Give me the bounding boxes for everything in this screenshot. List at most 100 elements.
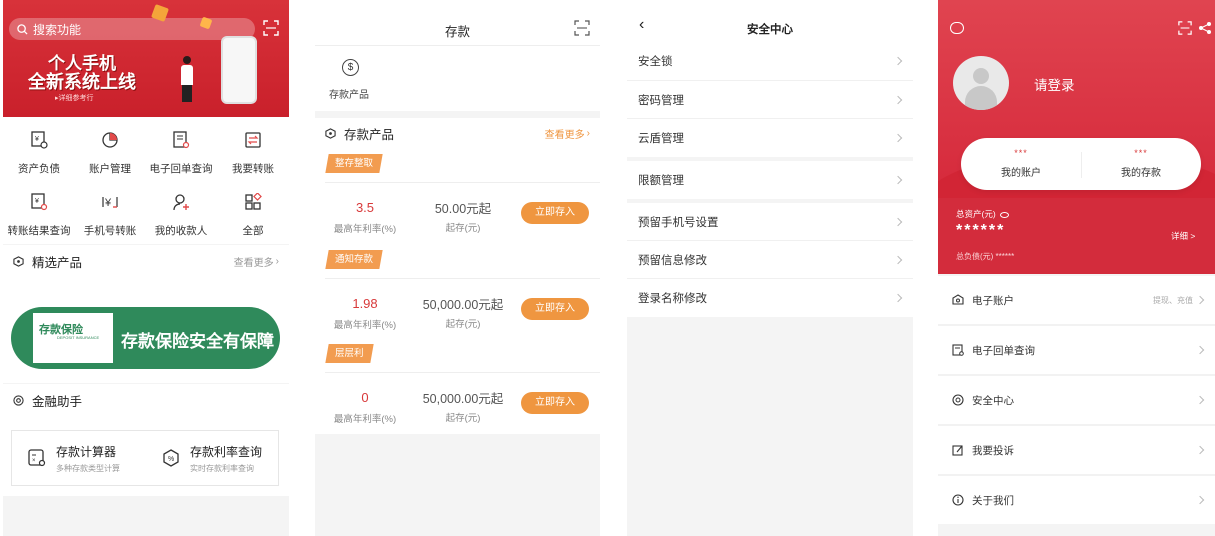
grid-item-transfer[interactable]: 我要转账	[217, 131, 289, 176]
product-tag: 层层利	[325, 344, 374, 363]
deposit-calculator[interactable]: 存款计算器 多种存款类型计算	[56, 443, 120, 474]
menu-item-limit[interactable]: 限额管理	[627, 161, 913, 199]
product-amount: 50,000.00元起	[422, 298, 504, 312]
security-icon	[952, 394, 964, 406]
tools-box: × 存款计算器 多种存款类型计算 % 存款利率查询 实时存款利率查询	[11, 430, 279, 486]
grid-item-receipt[interactable]: 电子回单查询	[145, 131, 217, 176]
promo-banner[interactable]: 搜索功能 个人手机 全新系统上线 ▸详细参考行	[3, 0, 289, 117]
product-rate-label: 最高年利率(%)	[333, 414, 397, 425]
pie-chart-icon	[102, 132, 118, 148]
svg-text:×: ×	[32, 458, 36, 464]
chevron-right-icon: ›	[275, 255, 279, 267]
menu-item-complaint[interactable]: 我要投诉	[938, 426, 1215, 474]
product-amount: 50.00元起	[434, 202, 492, 216]
deposit-rate-query[interactable]: 存款利率查询 实时存款利率查询	[190, 443, 262, 474]
grid-label: 账户管理	[89, 163, 131, 175]
scan-icon[interactable]	[1178, 21, 1192, 35]
menu-label: 云盾管理	[638, 133, 684, 145]
phone-transfer-icon: ¥	[102, 197, 118, 209]
debt-label: 总负债(元) ******	[956, 252, 1015, 261]
receipt-icon	[952, 344, 964, 356]
logo-subtext: DEPOSIT INSURANCE	[57, 335, 100, 340]
products-header: 存款产品 查看更多 ›	[315, 118, 600, 148]
deposit-now-button[interactable]: 立即存入	[521, 202, 589, 224]
menu-label: 关于我们	[972, 494, 1014, 507]
chevron-right-icon	[893, 255, 903, 265]
deposit-insurance-banner[interactable]: 存款保险 DEPOSIT INSURANCE 存款保险安全有保障	[11, 307, 280, 369]
menu-item-reserved-info[interactable]: 预留信息修改	[627, 241, 913, 279]
grid-item-payee[interactable]: 我的收款人	[145, 193, 217, 238]
search-bar[interactable]: 搜索功能	[9, 18, 255, 40]
featured-title: 精选产品	[32, 255, 83, 270]
deposit-product-shortcut[interactable]: $ 存款产品	[315, 46, 600, 111]
eye-icon[interactable]	[999, 211, 1009, 218]
chevron-right-icon	[1195, 345, 1205, 355]
products-more-link[interactable]: 查看更多	[545, 126, 585, 141]
product-tag: 通知存款	[325, 250, 383, 269]
menu-item-password[interactable]: 密码管理	[627, 81, 913, 119]
asset-panel: 总资产(元) ****** 总负债(元) ****** 详细 >	[938, 198, 1215, 274]
chevron-right-icon	[1195, 445, 1205, 455]
assistant-header: 金融助手	[3, 384, 289, 416]
menu-item-about[interactable]: 关于我们	[938, 476, 1215, 524]
grid-item-all[interactable]: 全部	[217, 192, 289, 238]
my-deposit[interactable]: *** 我的存款	[1081, 148, 1201, 179]
svg-text:¥: ¥	[104, 197, 112, 209]
profile-header: 请登录 *** 我的账户 *** 我的存款	[938, 0, 1215, 205]
menu-item-security-lock[interactable]: 安全锁	[627, 42, 913, 80]
page-title: 安全中心	[747, 24, 793, 36]
transfer-result-icon: ¥	[31, 193, 48, 211]
product-rate-label: 最高年利率(%)	[333, 224, 397, 235]
tool-subtitle: 实时存款利率查询	[190, 464, 254, 473]
product-rate: 3.5	[355, 200, 375, 215]
deposit-now-button[interactable]: 立即存入	[521, 298, 589, 320]
grid-label: 资产负债	[18, 163, 60, 175]
product-amount: 50,000.00元起	[422, 392, 504, 406]
message-icon[interactable]	[950, 22, 964, 34]
menu-item-electronic-account[interactable]: 电子账户 提现、充值	[938, 276, 1215, 324]
chevron-right-icon	[893, 95, 903, 105]
assistant-title: 金融助手	[32, 394, 83, 409]
scan-icon[interactable]	[574, 20, 590, 36]
electronic-account-icon	[952, 294, 964, 305]
menu-item-reserved-phone[interactable]: 预留手机号设置	[627, 203, 913, 241]
person-illustration	[181, 56, 193, 102]
grid-item-account[interactable]: 账户管理	[74, 131, 146, 176]
menu-item-receipt[interactable]: 电子回单查询	[938, 326, 1215, 374]
detail-link[interactable]: 详细 >	[1171, 230, 1195, 242]
menu-item-cloud-shield[interactable]: 云盾管理	[627, 119, 913, 157]
product-rate-label: 最高年利率(%)	[333, 320, 397, 331]
product-amount-label: 起存(元)	[445, 319, 481, 330]
transfer-icon	[245, 132, 261, 148]
search-input[interactable]: 搜索功能	[33, 21, 81, 38]
featured-header: 精选产品 查看更多 ›	[3, 245, 289, 277]
menu-item-login-name[interactable]: 登录名称修改	[627, 279, 913, 317]
page-title: 存款	[444, 25, 470, 39]
grid-item-assets[interactable]: ¥ 资产负债	[3, 131, 75, 176]
all-apps-icon	[245, 192, 262, 210]
deposit-now-button[interactable]: 立即存入	[521, 392, 589, 414]
grid-item-transfer-result[interactable]: ¥ 转账结果查询	[3, 193, 75, 238]
featured-more-link[interactable]: 查看更多	[234, 254, 274, 269]
grid-label: 电子回单查询	[149, 163, 213, 175]
target-icon	[13, 394, 24, 406]
banner-line2: 全新系统上线	[28, 72, 136, 93]
deposit-label: 我的存款	[1121, 168, 1161, 179]
login-link[interactable]: 请登录	[1034, 74, 1075, 94]
my-account[interactable]: *** 我的账户	[961, 148, 1081, 179]
chevron-right-icon	[1195, 295, 1205, 305]
tool-title: 存款利率查询	[190, 445, 263, 459]
divider	[325, 182, 600, 183]
grid-item-phone-transfer[interactable]: ¥ 手机号转账	[74, 193, 146, 238]
chevron-right-icon: ›	[586, 127, 590, 139]
scan-icon[interactable]	[263, 20, 279, 36]
divider	[325, 278, 600, 279]
security-center-screen: ‹ 安全中心 安全锁 密码管理 云盾管理 限额管理 预留手机号设置 预留信息修改…	[627, 0, 913, 536]
menu-item-security[interactable]: 安全中心	[938, 376, 1215, 424]
share-icon[interactable]	[1198, 21, 1212, 35]
search-icon	[17, 23, 28, 35]
product-list: 存款产品 查看更多 › 整存整取 3.5 最高年利率(%) 50.00元起 起存…	[315, 118, 600, 434]
menu-label: 预留手机号设置	[638, 217, 719, 229]
menu-label: 安全中心	[972, 394, 1014, 407]
avatar[interactable]	[953, 56, 1009, 110]
